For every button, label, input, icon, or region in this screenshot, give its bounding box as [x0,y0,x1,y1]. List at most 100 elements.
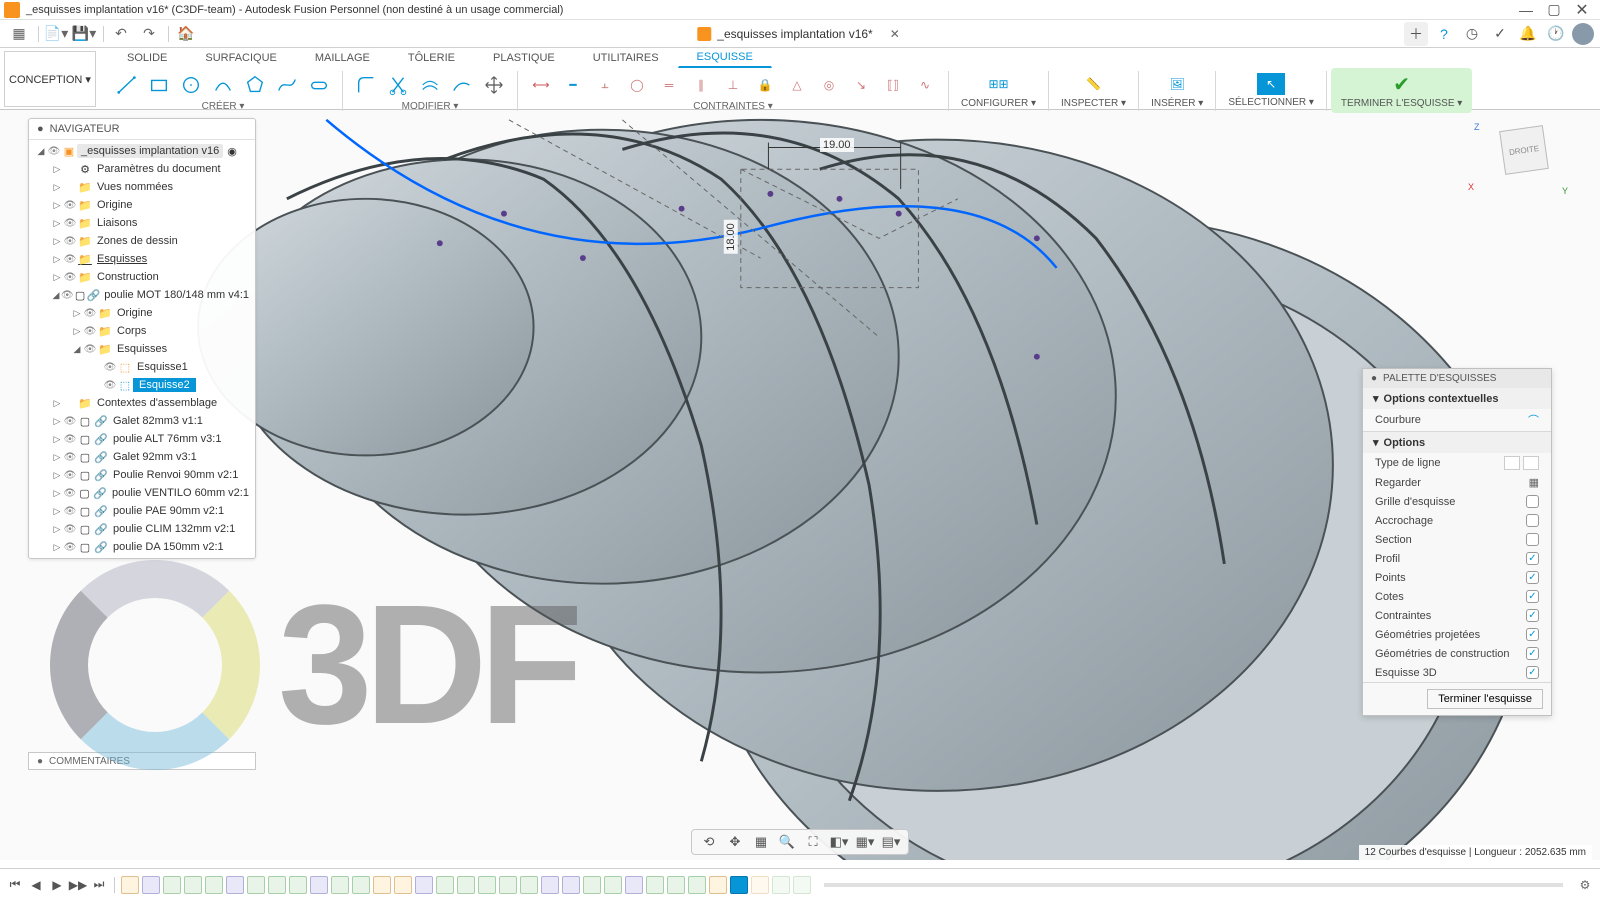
job-status-icon[interactable]: ✓ [1488,22,1512,46]
tree-sketch-active[interactable]: 👁⬚Esquisse2 [29,376,255,394]
palette-construction[interactable]: Géométries de construction [1363,644,1551,663]
timeline-feature[interactable] [289,876,307,894]
palette-look-at[interactable]: Regarder▦ [1363,473,1551,492]
timeline-feature[interactable] [373,876,391,894]
equal-constraint-icon[interactable]: ═ [656,72,682,98]
timeline-play-icon[interactable]: ▶ [48,876,66,894]
fit-icon[interactable]: ⛶ [802,833,824,851]
finish-sketch-button[interactable]: ✔ TERMINER L'ESQUISSE ▾ [1331,68,1472,113]
spline-tool-icon[interactable] [274,72,300,98]
viewport-layout-icon[interactable]: ▤▾ [880,833,902,851]
tangent-constraint-icon[interactable]: ◯ [624,72,650,98]
extend-tool-icon[interactable] [449,72,475,98]
grid-apps-icon[interactable]: ▦ [6,23,32,45]
help-icon[interactable]: ? [1432,22,1456,46]
orbit-icon[interactable]: ⟲ [698,833,720,851]
palette-line-type[interactable]: Type de ligne [1363,453,1551,473]
timeline-feature[interactable] [457,876,475,894]
slot-tool-icon[interactable] [306,72,332,98]
palette-dimensions[interactable]: Cotes [1363,587,1551,606]
timeline-feature[interactable] [247,876,265,894]
timeline-feature[interactable] [583,876,601,894]
tree-item[interactable]: ▷👁📁Esquisses [29,250,255,268]
concentric-constraint-icon[interactable]: ◎ [816,72,842,98]
tree-component[interactable]: ▷👁▢🔗poulie CLIM 132mm v2:1 [29,520,255,538]
timeline-feature[interactable] [478,876,496,894]
coincident-constraint-icon[interactable]: ↘ [848,72,874,98]
minimize-button[interactable]: ― [1512,0,1540,20]
tab-sketch[interactable]: ESQUISSE [678,47,772,68]
inspect-dropdown[interactable]: 📏 INSPECTER ▾ [1053,72,1134,109]
workspace-dropdown[interactable]: CONCEPTION ▾ [4,51,96,107]
timeline-feature[interactable] [709,876,727,894]
timeline-feature[interactable] [121,876,139,894]
maximize-button[interactable]: ▢ [1540,0,1568,20]
timeline-feature[interactable] [793,876,811,894]
dimension-2[interactable]: 18.00 [724,220,738,254]
symmetry-constraint-icon[interactable]: ⟦⟧ [880,72,906,98]
timeline-settings-icon[interactable]: ⚙ [1576,876,1594,894]
tab-close-icon[interactable]: ✕ [887,26,903,42]
timeline-feature[interactable] [415,876,433,894]
vertical-constraint-icon[interactable]: ⫠ [592,72,618,98]
home-icon[interactable]: 🏠 [173,23,199,45]
trim-tool-icon[interactable] [385,72,411,98]
timeline-feature[interactable] [226,876,244,894]
tree-component[interactable]: ▷👁▢🔗Galet 92mm v3:1 [29,448,255,466]
tab-surface[interactable]: SURFACIQUE [186,48,296,68]
palette-curvature[interactable]: Courbure⌒ [1363,409,1551,431]
polygon-tool-icon[interactable] [242,72,268,98]
parallel-constraint-icon[interactable]: ∥ [688,72,714,98]
grid-settings-icon[interactable]: ▦▾ [854,833,876,851]
arc-tool-icon[interactable] [210,72,236,98]
timeline-feature[interactable] [310,876,328,894]
clock-icon[interactable]: 🕐 [1544,22,1568,46]
tree-item[interactable]: ▷👁📁Construction [29,268,255,286]
tree-component[interactable]: ▷👁▢🔗poulie DA 150mm v2:1 [29,538,255,556]
timeline-end-icon[interactable]: ⏭ [90,876,108,894]
file-menu-icon[interactable]: 📄▾ [43,23,69,45]
timeline-feature[interactable] [562,876,580,894]
browser-header[interactable]: ●NAVIGATEUR [29,119,255,140]
circle-tool-icon[interactable] [178,72,204,98]
tree-item[interactable]: ▷👁📁Origine [29,304,255,322]
palette-profile[interactable]: Profil [1363,549,1551,568]
save-icon[interactable]: 💾▾ [71,23,97,45]
palette-section-view[interactable]: Section [1363,530,1551,549]
redo-icon[interactable]: ↷ [136,23,162,45]
tab-plastic[interactable]: PLASTIQUE [474,48,574,68]
comments-bar[interactable]: ●COMMENTAIRES [28,752,256,770]
timeline-feature[interactable] [184,876,202,894]
palette-3d-sketch[interactable]: Esquisse 3D [1363,663,1551,682]
timeline-feature[interactable] [646,876,664,894]
document-tab[interactable]: _esquisses implantation v16* ✕ [697,26,902,42]
tab-utilities[interactable]: UTILITAIRES [574,48,678,68]
tree-component[interactable]: ▷👁▢🔗poulie ALT 76mm v3:1 [29,430,255,448]
palette-snap[interactable]: Accrochage [1363,511,1551,530]
tree-item[interactable]: ▷👁📁Origine [29,196,255,214]
timeline-prev-icon[interactable]: ◀ [27,876,45,894]
curvature-constraint-icon[interactable]: ∿ [912,72,938,98]
timeline-slider[interactable] [824,883,1563,887]
insert-dropdown[interactable]: 🖼 INSÉRER ▾ [1143,72,1211,109]
tree-item[interactable]: ▷⚙Paramètres du document [29,160,255,178]
timeline-feature[interactable] [163,876,181,894]
select-dropdown[interactable]: ↖ SÉLECTIONNER ▾ [1220,73,1322,108]
perpendicular-constraint-icon[interactable]: ⊥ [720,72,746,98]
timeline-feature[interactable] [352,876,370,894]
modify-group-label[interactable]: MODIFIER ▾ [402,101,459,112]
timeline-feature[interactable] [394,876,412,894]
timeline-feature[interactable] [541,876,559,894]
tree-component[interactable]: ◢👁▢🔗poulie MOT 180/148 mm v4:1 [29,286,255,304]
palette-points[interactable]: Points [1363,568,1551,587]
fix-constraint-icon[interactable]: 🔒 [752,72,778,98]
notifications-icon[interactable]: 🔔 [1516,22,1540,46]
timeline-feature-active[interactable] [730,876,748,894]
tab-solid[interactable]: SOLIDE [108,48,186,68]
view-cube[interactable]: Z DROITE X Y [1502,128,1562,188]
rectangle-tool-icon[interactable] [146,72,172,98]
timeline-feature[interactable] [499,876,517,894]
dimension-tool-icon[interactable]: ⟷ [528,72,554,98]
tree-sketch[interactable]: 👁⬚Esquisse1 [29,358,255,376]
palette-projected[interactable]: Géométries projetées [1363,625,1551,644]
